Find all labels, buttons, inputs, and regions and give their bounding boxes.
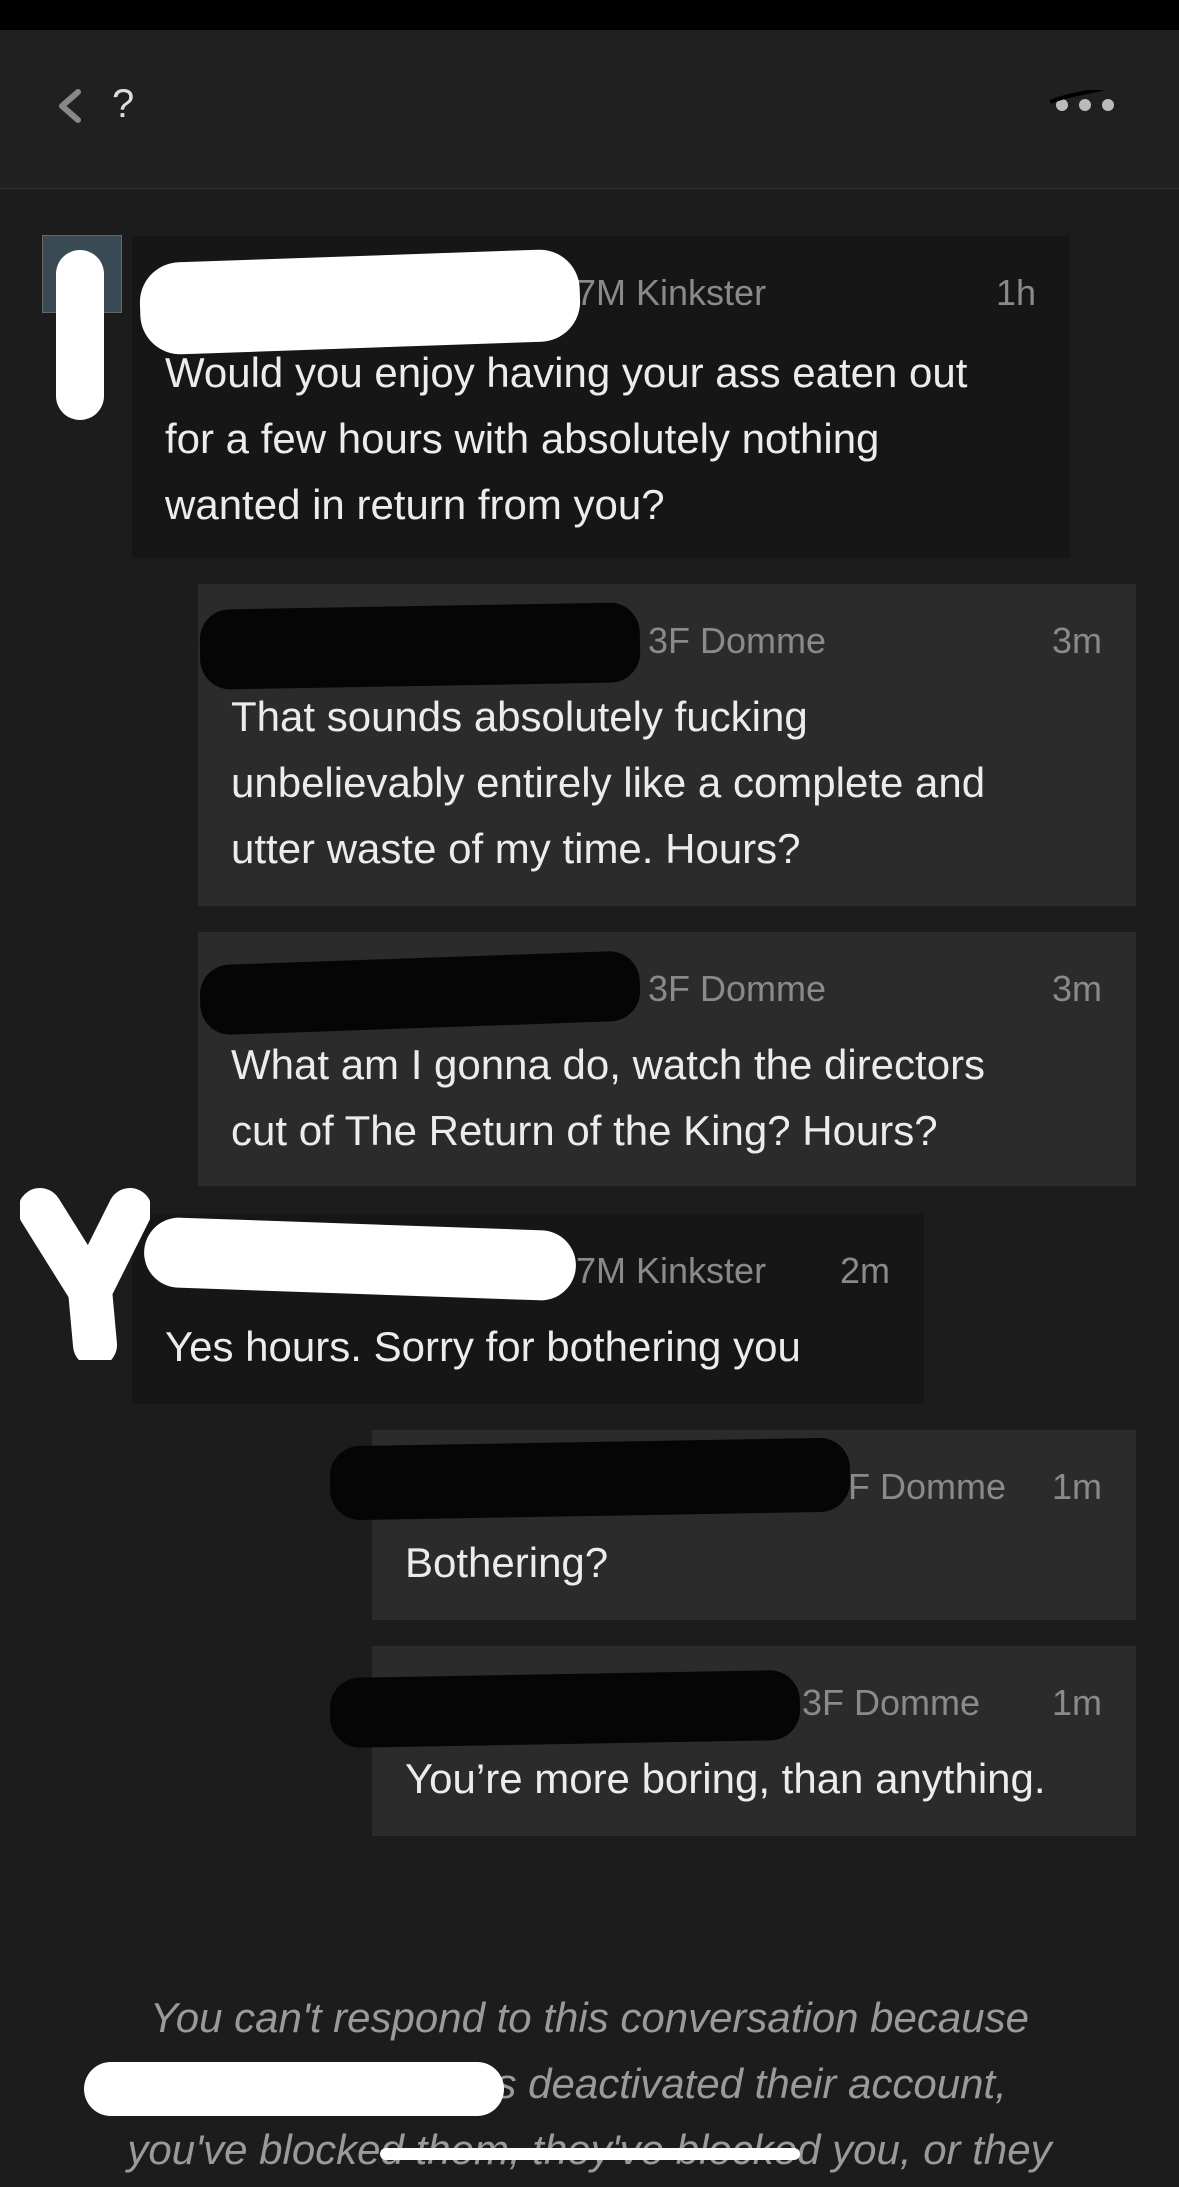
message-text: Yes hours. Sorry for bothering you [165,1323,801,1370]
message-sender: 7M Kinkster [576,1250,767,1291]
message-text: Bothering? [405,1539,609,1586]
message-time: 1h [995,272,1036,313]
conversation-header: ? [0,30,1179,189]
message-time: 1m [1051,1682,1102,1723]
redaction-mark [84,2062,504,2116]
message-sender: F Domme [848,1466,1007,1507]
message-text: Would you enjoy having your ass eaten ou… [165,349,968,528]
message-time: 3m [1051,968,1102,1009]
message-sender: 3F Domme [802,1682,981,1723]
redaction-mark [329,1669,801,1749]
message-time: 2m [839,1250,890,1291]
home-indicator [380,2148,800,2160]
redaction-mark [199,602,641,690]
more-options-icon[interactable] [1050,90,1120,120]
message-text: You’re more boring, than anything. [405,1755,1046,1802]
message-text: What am I gonna do, watch the directors c… [231,1041,986,1154]
message-time: 1m [1051,1466,1102,1507]
message-sender: 7M Kinkster [576,272,767,313]
message-time: 3m [1051,620,1102,661]
redaction-mark [56,250,104,420]
redaction-mark [138,248,582,356]
redaction-mark [329,1437,851,1521]
message-text: That sounds absolutely fucking unbelievab… [231,693,986,872]
status-bar [0,0,1179,30]
back-chevron-icon[interactable] [50,86,90,126]
message-sender: 3F Domme [648,620,827,661]
message-sender: 3F Domme [648,968,827,1009]
redaction-mark [20,1188,150,1360]
conversation-title: ? [112,82,135,126]
